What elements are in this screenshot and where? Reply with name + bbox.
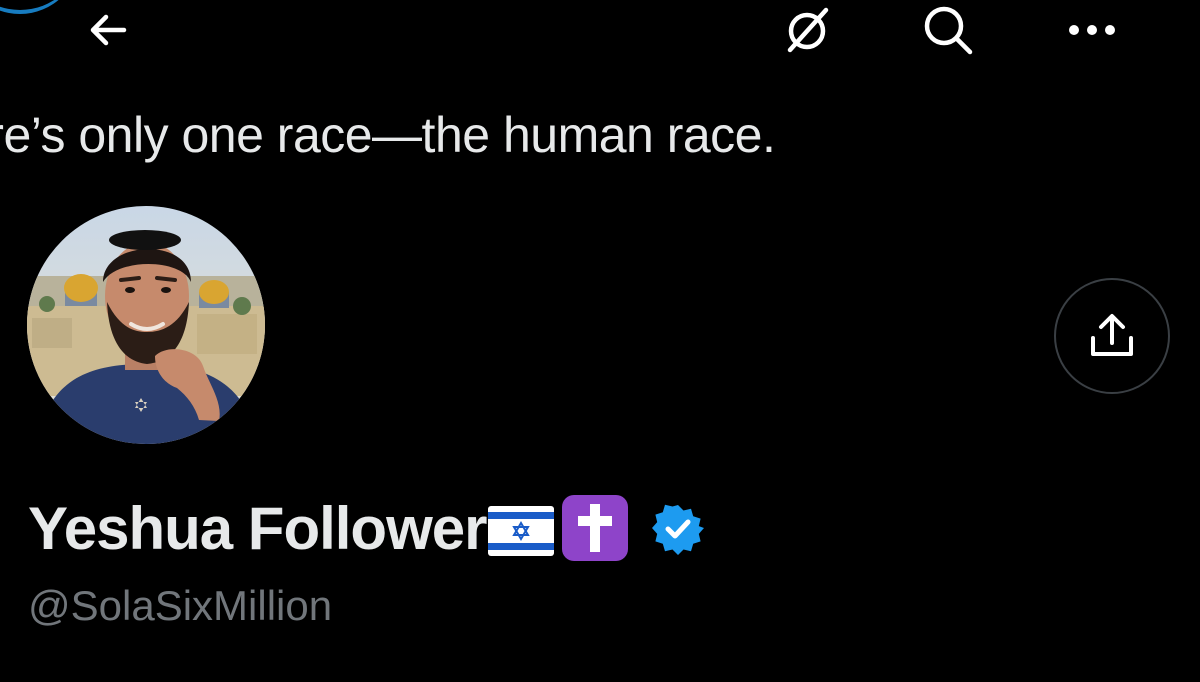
- share-button[interactable]: [1054, 278, 1170, 394]
- more-horizontal-icon: [1069, 25, 1115, 35]
- latin-cross-emoji: [562, 495, 629, 561]
- profile-name-row: Yeshua Follower: [28, 492, 705, 564]
- verified-badge-icon[interactable]: [652, 503, 705, 555]
- israel-flag-emoji: [488, 506, 555, 556]
- display-name: Yeshua Follower: [28, 494, 487, 562]
- search-button[interactable]: [918, 2, 978, 58]
- avatar[interactable]: [27, 206, 265, 444]
- top-navigation-bar: [0, 0, 1200, 70]
- grok-icon: [787, 7, 829, 53]
- avatar-photo: [27, 206, 265, 444]
- arrow-left-icon: [90, 14, 127, 46]
- grok-button[interactable]: [778, 2, 838, 58]
- profile-bio-text: ere’s only one race—the human race.: [0, 107, 776, 163]
- back-button[interactable]: [78, 2, 138, 58]
- profile-handle: @SolaSixMillion: [28, 582, 333, 629]
- more-options-button[interactable]: [1062, 2, 1122, 58]
- search-icon: [924, 6, 973, 55]
- share-icon: [1091, 314, 1133, 356]
